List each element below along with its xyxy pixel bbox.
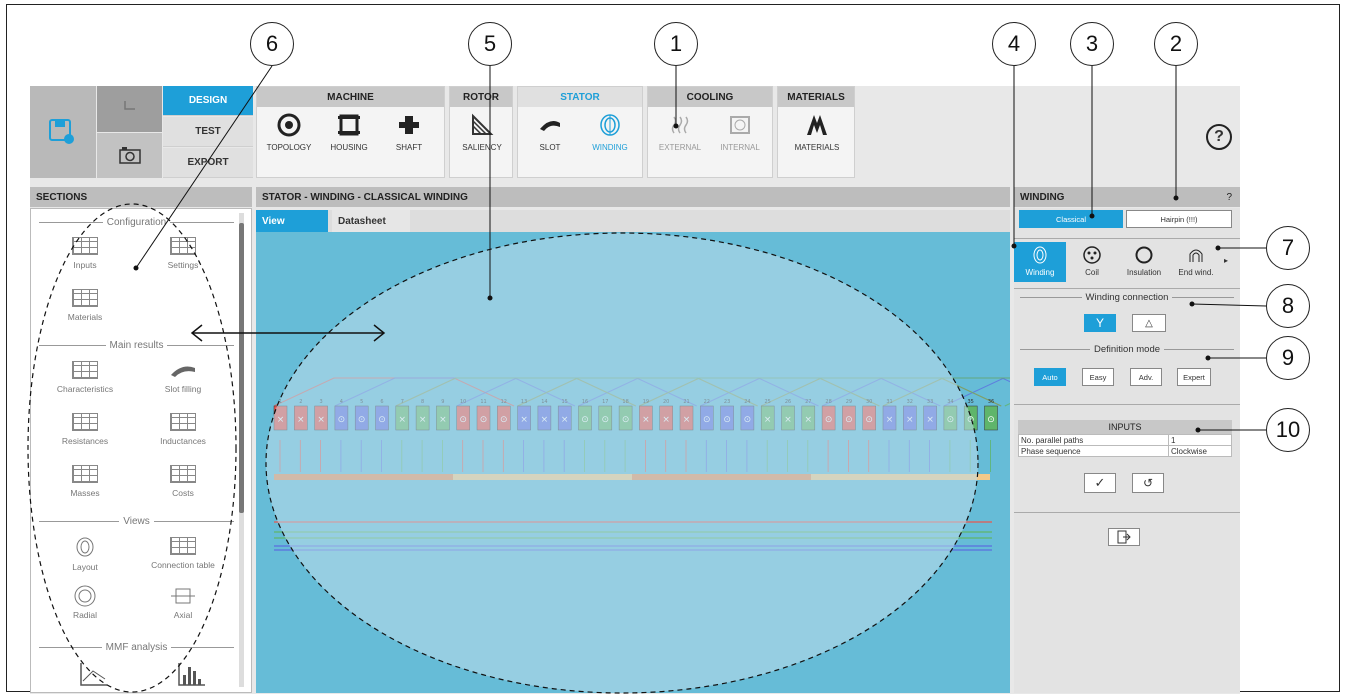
callout-8: 8 — [1266, 284, 1310, 328]
callout-1: 1 — [654, 22, 698, 66]
callout-10: 10 — [1266, 408, 1310, 452]
callout-3: 3 — [1070, 22, 1114, 66]
callout-line-8 — [1191, 303, 1267, 307]
callout-4: 4 — [992, 22, 1036, 66]
callout-line-6 — [135, 65, 273, 269]
callout-9: 9 — [1266, 336, 1310, 380]
annotation-overlay — [27, 65, 1267, 694]
callout-2: 2 — [1154, 22, 1198, 66]
view-highlight — [265, 232, 979, 694]
callout-6: 6 — [250, 22, 294, 66]
sections-highlight — [27, 203, 237, 693]
callout-7: 7 — [1266, 226, 1310, 270]
callout-5: 5 — [468, 22, 512, 66]
